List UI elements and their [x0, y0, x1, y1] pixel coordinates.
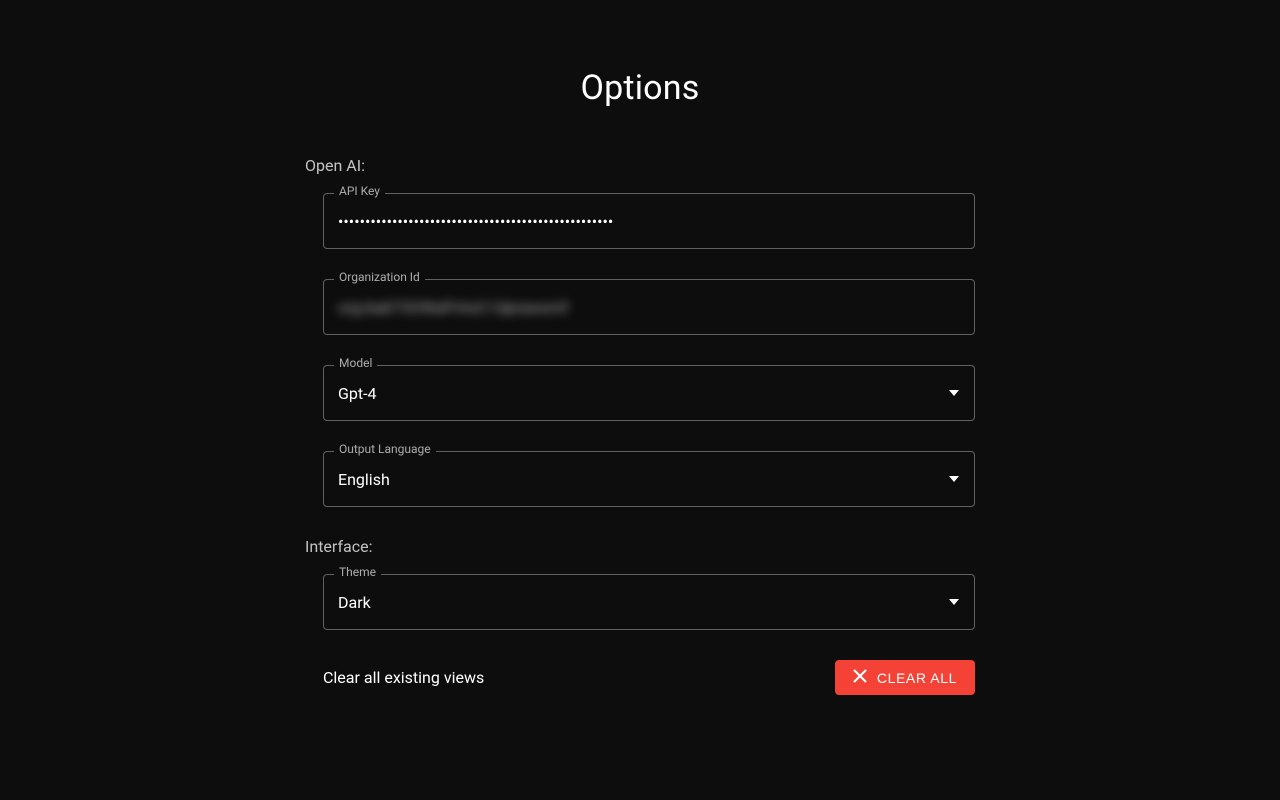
clear-all-label: CLEAR ALL — [877, 670, 957, 686]
section-label-interface: Interface: — [305, 537, 975, 556]
section-label-openai: Open AI: — [305, 156, 975, 175]
api-key-input[interactable] — [324, 194, 974, 248]
organization-id-label: Organization Id — [334, 271, 425, 283]
chevron-down-icon — [934, 366, 974, 420]
clear-all-button[interactable]: CLEAR ALL — [835, 660, 975, 695]
theme-label: Theme — [334, 566, 381, 578]
api-key-label: API Key — [334, 185, 385, 197]
chevron-down-icon — [934, 575, 974, 629]
model-select[interactable]: Model Gpt-4 — [323, 365, 975, 421]
api-key-field[interactable]: API Key — [323, 193, 975, 249]
organization-id-value: org-bakT3OWaPrAxC1dprawxmf — [324, 298, 974, 317]
close-icon — [853, 669, 867, 686]
clear-views-text: Clear all existing views — [323, 668, 484, 687]
model-label: Model — [334, 357, 377, 369]
output-language-value: English — [324, 470, 934, 489]
model-value: Gpt-4 — [324, 384, 934, 403]
organization-id-field[interactable]: Organization Id org-bakT3OWaPrAxC1dprawx… — [323, 279, 975, 335]
theme-value: Dark — [324, 593, 934, 612]
output-language-label: Output Language — [334, 443, 436, 455]
theme-select[interactable]: Theme Dark — [323, 574, 975, 630]
chevron-down-icon — [934, 452, 974, 506]
output-language-select[interactable]: Output Language English — [323, 451, 975, 507]
page-title: Options — [581, 68, 700, 108]
